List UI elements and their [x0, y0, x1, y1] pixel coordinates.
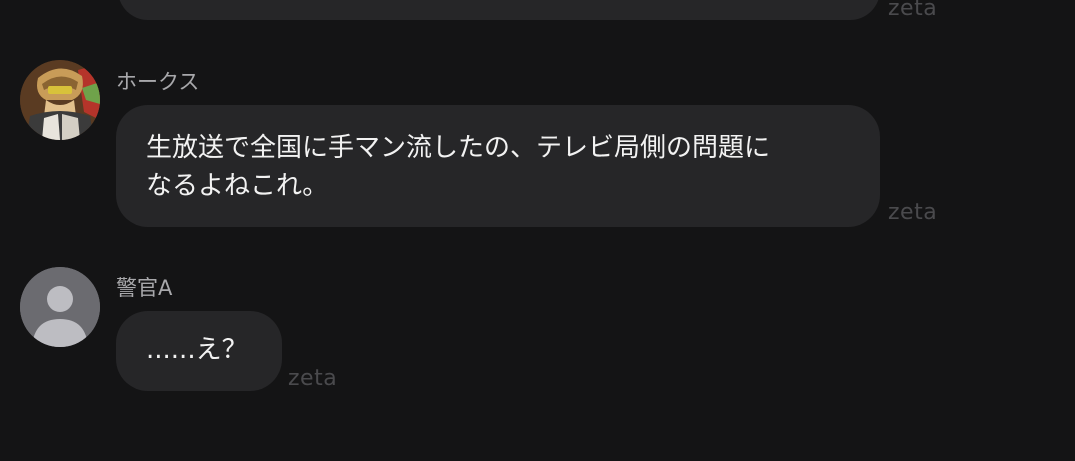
message-bubble: ......え？ — [116, 311, 282, 391]
default-user-avatar-icon — [20, 267, 100, 347]
watermark-label: zeta — [888, 0, 938, 21]
sender-name: ホークス — [116, 70, 200, 94]
sender-name: 警官A — [116, 276, 173, 300]
message-text: 生放送で全国に手マン流したの、テレビ局側の問題に なるよねこれ。 — [146, 133, 771, 201]
chat-view: zeta ホークス 生放送で全国に手マン流したの、テレビ局側の問題に なるよねこ… — [0, 0, 1075, 461]
message-bubble — [118, 0, 880, 20]
avatar[interactable] — [20, 267, 100, 347]
watermark-label: zeta — [888, 200, 938, 225]
avatar[interactable] — [20, 60, 100, 140]
character-avatar-icon — [20, 60, 100, 140]
message-text: ......え？ — [146, 335, 248, 365]
message-bubble: 生放送で全国に手マン流したの、テレビ局側の問題に なるよねこれ。 — [116, 105, 880, 227]
watermark-label: zeta — [288, 366, 338, 391]
